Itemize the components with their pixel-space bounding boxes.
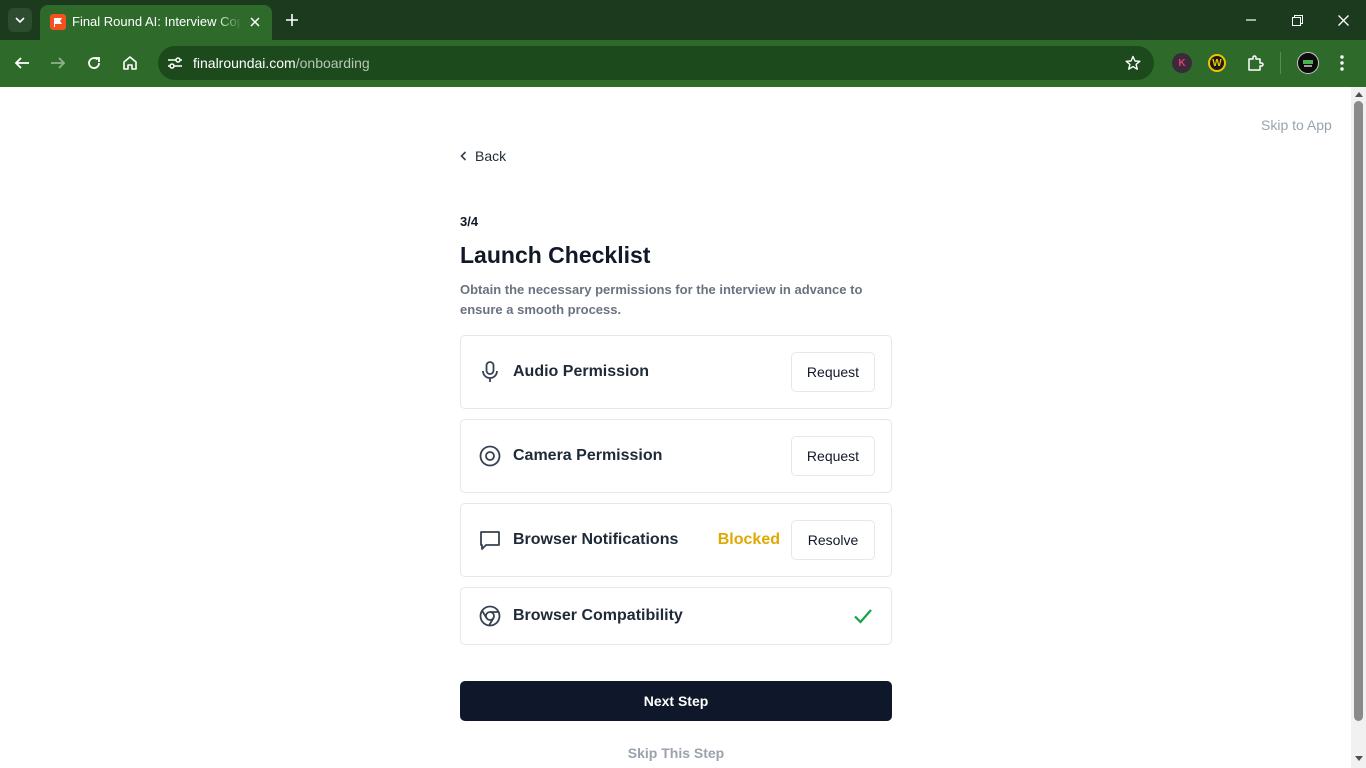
minimize-icon	[1246, 19, 1256, 21]
scroll-down-icon[interactable]	[1354, 755, 1363, 763]
home-icon	[123, 56, 137, 70]
extensions-button[interactable]	[1243, 51, 1267, 75]
request-camera-button[interactable]: Request	[791, 436, 875, 476]
checklist-item-label: Audio Permission	[513, 363, 650, 380]
checklist-item-label: Browser Notifications	[513, 531, 679, 548]
close-window-button[interactable]	[1331, 8, 1355, 32]
forward-nav-button[interactable]	[46, 51, 70, 75]
browser-toolbar: finalroundai.com/onboarding K W	[0, 40, 1366, 87]
profile-avatar[interactable]	[1296, 51, 1320, 75]
checklist-item-compatibility: Browser Compatibility	[460, 587, 892, 645]
page-scrollbar[interactable]	[1351, 87, 1366, 768]
home-button[interactable]	[118, 51, 142, 75]
request-audio-button[interactable]: Request	[791, 352, 875, 392]
final-round-favicon-icon	[50, 14, 66, 30]
browser-menu-button[interactable]	[1330, 51, 1354, 75]
more-vertical-icon	[1340, 55, 1344, 71]
skip-to-app-link[interactable]: Skip to App	[1261, 117, 1332, 133]
notification-icon	[479, 529, 501, 551]
scrollbar-thumb[interactable]	[1354, 101, 1363, 721]
chevron-left-icon	[460, 151, 467, 161]
plus-icon	[286, 14, 298, 26]
scroll-up-icon[interactable]	[1354, 90, 1363, 98]
back-nav-button[interactable]	[10, 51, 34, 75]
browser-tab-active[interactable]: Final Round AI: Interview Copilot	[40, 5, 272, 40]
step-counter: 3/4	[460, 214, 479, 229]
skip-this-step-link[interactable]: Skip This Step	[460, 745, 892, 761]
avatar-icon	[1297, 52, 1319, 74]
onboarding-page: Skip to App Back 3/4 Launch Checklist Ob…	[0, 87, 1351, 768]
extension-k-icon[interactable]: K	[1172, 53, 1192, 73]
blocked-status-badge: Blocked	[717, 531, 780, 548]
site-info-icon[interactable]	[164, 52, 186, 74]
arrow-left-icon	[14, 57, 29, 69]
url-domain: finalroundai.com	[193, 55, 296, 71]
arrow-right-icon	[51, 57, 66, 69]
address-bar[interactable]: finalroundai.com/onboarding	[158, 46, 1154, 80]
checklist-item-camera: Camera Permission Request	[460, 419, 892, 493]
minimize-window-button[interactable]	[1239, 8, 1263, 32]
close-tab-icon[interactable]	[246, 13, 264, 31]
chrome-icon	[479, 605, 501, 627]
checklist-item-notifications: Browser Notifications Blocked Resolve	[460, 503, 892, 577]
restore-window-button[interactable]	[1285, 8, 1309, 32]
page-description: Obtain the necessary permissions for the…	[460, 282, 863, 317]
next-step-button[interactable]: Next Step	[460, 681, 892, 721]
camera-icon	[479, 445, 501, 467]
tab-title: Final Round AI: Interview Copilot	[72, 14, 242, 29]
url-text[interactable]: finalroundai.com/onboarding	[193, 55, 370, 71]
new-tab-button[interactable]	[282, 10, 302, 30]
bookmark-star-icon[interactable]	[1122, 52, 1144, 74]
browser-tab-strip: Final Round AI: Interview Copilot	[0, 0, 1366, 40]
reload-button[interactable]	[82, 51, 106, 75]
chevron-down-icon	[15, 17, 25, 24]
checklist-item-label: Camera Permission	[513, 447, 663, 464]
puzzle-icon	[1248, 55, 1264, 71]
url-path: /onboarding	[295, 55, 370, 71]
reload-icon	[88, 57, 100, 69]
microphone-icon	[479, 361, 501, 383]
close-icon	[1337, 14, 1349, 26]
extension-w-icon[interactable]: W	[1208, 54, 1226, 72]
toolbar-divider	[1280, 52, 1281, 74]
check-icon	[851, 604, 875, 628]
checklist-item-label: Browser Compatibility	[513, 607, 683, 624]
back-label: Back	[475, 148, 507, 164]
page-title: Launch Checklist	[460, 242, 651, 268]
restore-icon	[1291, 14, 1303, 26]
back-link[interactable]: Back	[460, 148, 506, 164]
resolve-notifications-button[interactable]: Resolve	[791, 520, 875, 560]
tab-search-button[interactable]	[8, 8, 32, 32]
checklist-item-audio: Audio Permission Request	[460, 335, 892, 409]
